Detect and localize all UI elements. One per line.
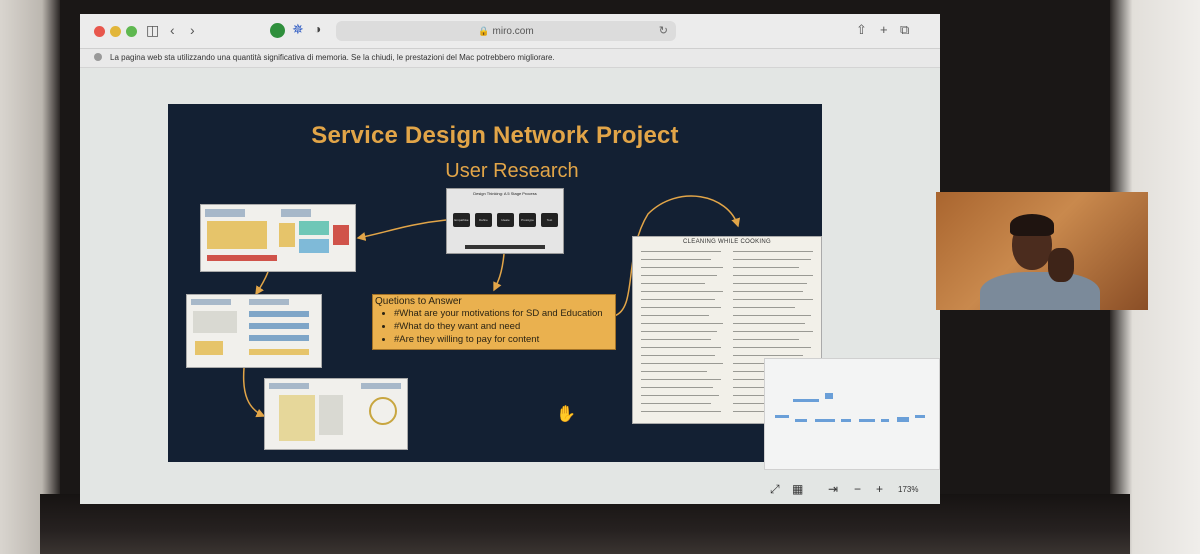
screen-bezel-left xyxy=(0,0,60,554)
minimap[interactable] xyxy=(764,358,940,470)
person-body xyxy=(980,272,1100,310)
research-board-1[interactable] xyxy=(200,204,356,272)
hand-cursor-icon: ✋ xyxy=(556,406,576,423)
back-icon[interactable]: ‹ xyxy=(170,22,175,38)
design-thinking-title: Design Thinking: A 5 Stage Process xyxy=(473,191,537,196)
share-icon[interactable]: ⇧ xyxy=(856,22,867,38)
new-tab-icon[interactable]: + xyxy=(880,22,888,37)
research-board-3[interactable] xyxy=(264,378,408,450)
url-text: miro.com xyxy=(492,26,534,37)
list-item: #Are they willing to pay for content xyxy=(394,333,603,346)
close-notice-icon[interactable] xyxy=(94,53,102,61)
memory-warning-bar: La pagina web sta utilizzando una quanti… xyxy=(80,49,940,68)
zoom-in-button[interactable]: + xyxy=(876,482,883,496)
fit-width-icon[interactable]: ⇥ xyxy=(828,482,838,496)
questions-list: #What are your motivations for SD and Ed… xyxy=(373,307,603,346)
arrow-board-2-to-3 xyxy=(242,367,266,418)
arrow-process-to-questions xyxy=(493,253,505,292)
address-bar[interactable]: 🔒 miro.com ↻ xyxy=(336,21,676,41)
fullscreen-window-button[interactable] xyxy=(126,26,137,37)
stage-empathise: Empathise xyxy=(453,213,470,227)
lock-icon: 🔒 xyxy=(478,26,490,36)
close-window-button[interactable] xyxy=(94,26,105,37)
forward-icon[interactable]: › xyxy=(190,22,195,38)
research-board-2[interactable] xyxy=(186,294,322,368)
list-item: #What are your motivations for SD and Ed… xyxy=(394,307,603,320)
tab-overview-icon[interactable]: ⧉ xyxy=(900,22,909,38)
sidebar-icon[interactable]: ◫ xyxy=(146,22,159,39)
miro-canvas[interactable]: Service Design Network Project User Rese… xyxy=(80,68,940,504)
stage-define: Define xyxy=(475,213,492,227)
arrow-process-to-board xyxy=(356,219,447,241)
questions-title: Quetions to Answer xyxy=(375,296,462,307)
document-title: CLEANING WHILE COOKING xyxy=(683,239,771,245)
minimize-window-button[interactable] xyxy=(110,26,121,37)
stage-prototype: Prototype xyxy=(519,213,536,227)
zoom-out-button[interactable]: − xyxy=(854,482,861,496)
fit-screen-icon[interactable]: ⤢ xyxy=(770,482,780,497)
zoom-level[interactable]: 173% xyxy=(898,485,918,494)
list-item: #What do they want and need xyxy=(394,320,603,333)
extension-blue-icon[interactable]: ✵ xyxy=(292,21,304,38)
shield-icon[interactable]: ◑ xyxy=(314,22,321,36)
map-icon[interactable]: ▦ xyxy=(792,482,803,496)
reload-icon[interactable]: ↻ xyxy=(659,21,668,41)
webcam-video xyxy=(936,192,1148,310)
design-thinking-card[interactable]: Design Thinking: A 5 Stage Process Empat… xyxy=(446,188,564,254)
browser-toolbar: ◫ ‹ › ✵ ◑ 🔒 miro.com ↻ ⇧ + ⧉ xyxy=(80,14,940,49)
zoom-toolbar: ⤢ ▦ ⇥ − + 173% xyxy=(770,480,936,500)
presentation-frame[interactable]: Service Design Network Project User Rese… xyxy=(168,104,822,462)
arrow-board-1-to-2 xyxy=(255,271,269,296)
memory-warning-text: La pagina web sta utilizzando una quanti… xyxy=(110,53,555,62)
stage-test: Test xyxy=(541,213,558,227)
stage-ideate: Ideate xyxy=(497,213,514,227)
design-thinking-footer xyxy=(465,245,545,249)
questions-sticky-note[interactable]: Quetions to Answer #What are your motiva… xyxy=(372,294,616,350)
person-hand xyxy=(1048,248,1074,282)
person-hair xyxy=(1010,214,1054,236)
browser-window: ◫ ‹ › ✵ ◑ 🔒 miro.com ↻ ⇧ + ⧉ La pagina we… xyxy=(80,14,940,504)
extension-green-icon[interactable] xyxy=(270,23,285,38)
